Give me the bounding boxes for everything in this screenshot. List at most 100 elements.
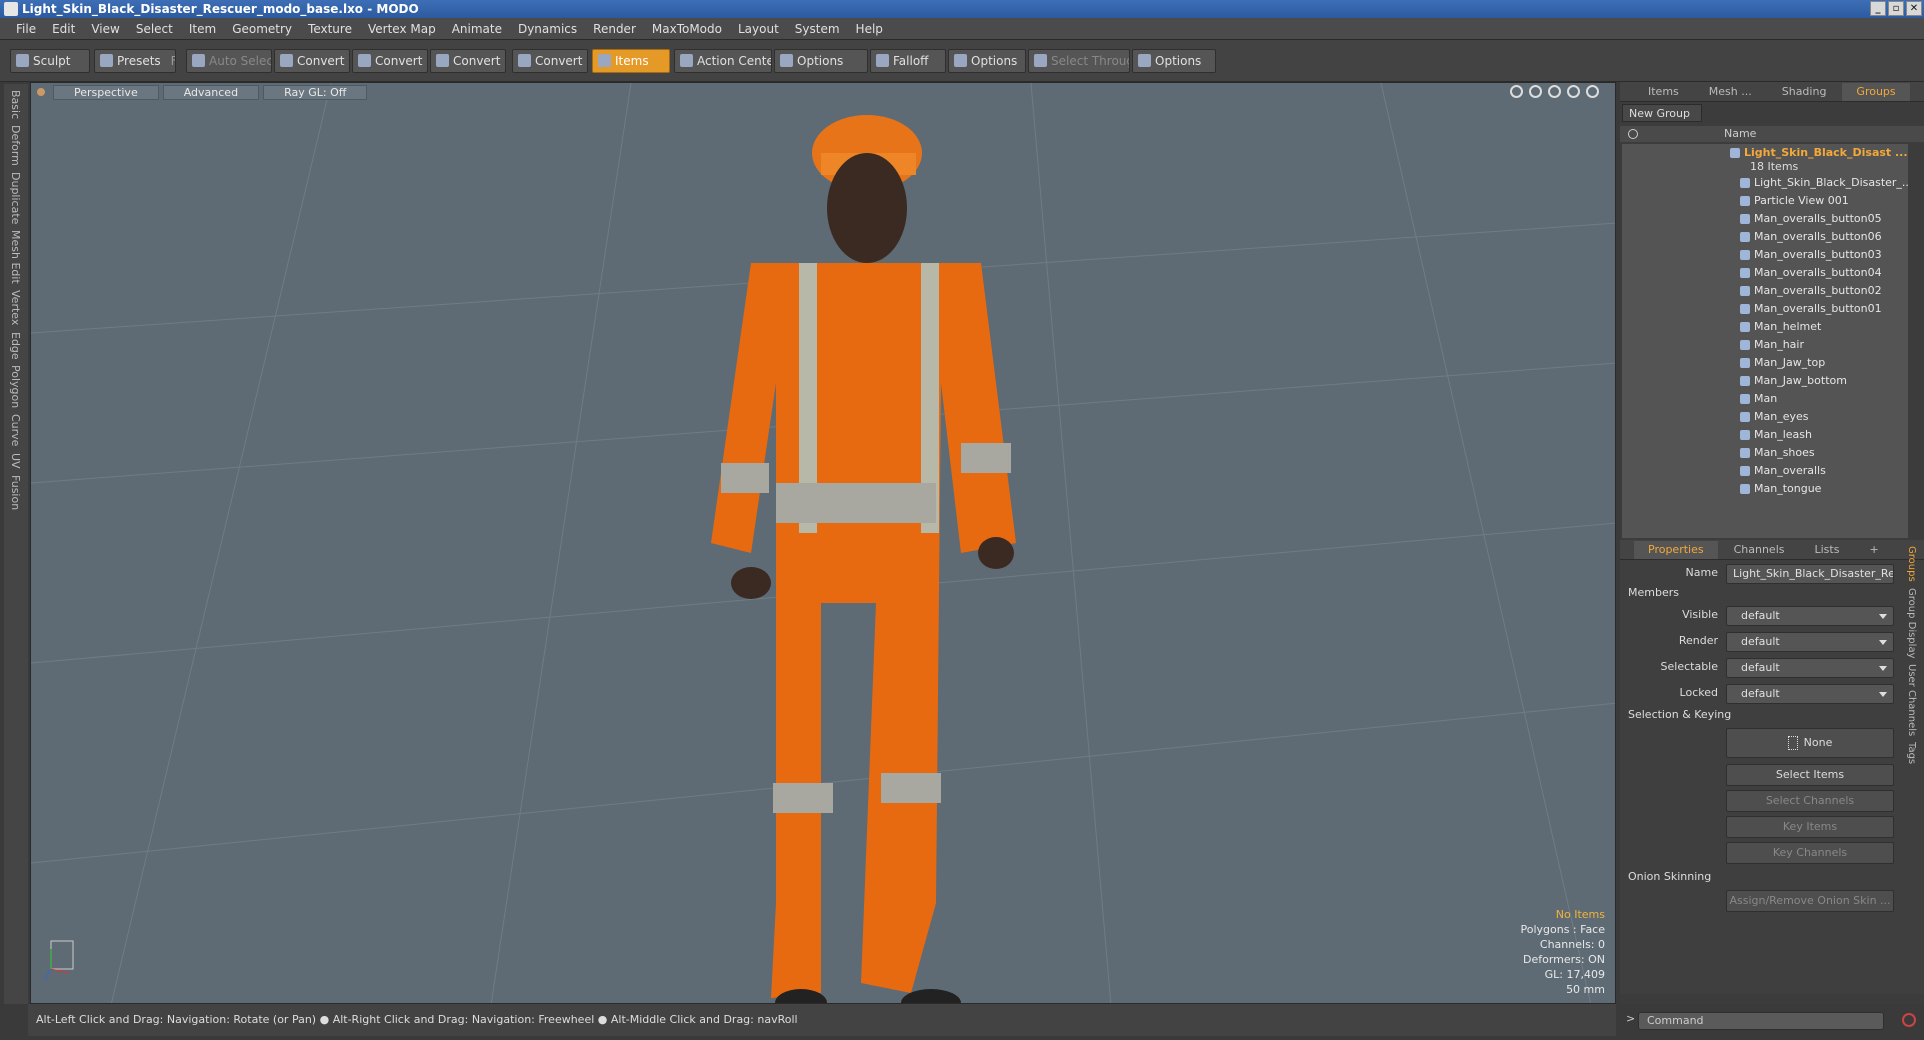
menu-select[interactable]: Select xyxy=(128,22,181,36)
tab-channels[interactable]: Channels xyxy=(1720,541,1799,559)
select-channels-button[interactable]: Select Channels xyxy=(1726,790,1894,812)
tab-uv[interactable]: UV xyxy=(9,453,22,469)
tree-item[interactable]: Man_helmet xyxy=(1622,318,1908,336)
options-button-3[interactable]: Options xyxy=(1132,49,1216,73)
menu-item[interactable]: Item xyxy=(181,22,224,36)
groups-tree[interactable]: Light_Skin_Black_Disast ... 18 Items Lig… xyxy=(1622,144,1908,538)
tab-shading[interactable]: Shading xyxy=(1768,83,1841,101)
tab-deform[interactable]: Deform xyxy=(9,125,22,166)
rotate-view-icon[interactable] xyxy=(1529,85,1542,98)
side-tab-group-display[interactable]: Group Display xyxy=(1906,588,1917,658)
group-name-field[interactable]: Light_Skin_Black_Disaster_Rescu xyxy=(1726,564,1894,584)
key-items-button[interactable]: Key Items xyxy=(1726,816,1894,838)
members-section[interactable]: Members xyxy=(1628,586,1679,599)
tree-item[interactable]: Light_Skin_Black_Disaster_... xyxy=(1622,174,1908,192)
render-dropdown[interactable]: default xyxy=(1726,632,1894,652)
options-button-1[interactable]: Options xyxy=(774,49,868,73)
tree-item[interactable]: Man_hair xyxy=(1622,336,1908,354)
sculpt-button[interactable]: Sculpt xyxy=(10,49,90,73)
add-tab-button[interactable]: + xyxy=(1855,541,1892,559)
tree-item[interactable]: Man_leash xyxy=(1622,426,1908,444)
falloff-button[interactable]: Falloff xyxy=(870,49,946,73)
tree-item[interactable]: Man_overalls_button02 xyxy=(1622,282,1908,300)
menu-file[interactable]: File xyxy=(8,22,44,36)
name-column-header[interactable]: Name xyxy=(1724,127,1756,140)
new-group-button[interactable]: New Group xyxy=(1622,104,1702,122)
tab-polygon[interactable]: Polygon xyxy=(9,365,22,408)
tab-duplicate[interactable]: Duplicate xyxy=(9,172,22,224)
command-input[interactable]: Command xyxy=(1638,1012,1884,1030)
tab-groups[interactable]: Groups xyxy=(1842,82,1910,101)
none-button[interactable]: None xyxy=(1726,728,1894,758)
options-button-2[interactable]: Options xyxy=(948,49,1026,73)
convert-button-1[interactable]: Convert xyxy=(274,49,350,73)
auto-select-button[interactable]: Auto Select xyxy=(186,49,272,73)
tree-item[interactable]: Man_tongue xyxy=(1622,480,1908,498)
menu-texture[interactable]: Texture xyxy=(300,22,360,36)
menu-view[interactable]: View xyxy=(83,22,127,36)
raygl-button[interactable]: Ray GL: Off xyxy=(263,84,368,100)
tab-mesh[interactable]: Mesh ... xyxy=(1695,83,1766,101)
tab-curve[interactable]: Curve xyxy=(9,414,22,446)
visible-dropdown[interactable]: default xyxy=(1726,606,1894,626)
convert-button-4[interactable]: Convert xyxy=(512,49,588,73)
onion-skinning-section[interactable]: Onion Skinning xyxy=(1628,870,1711,883)
tree-item[interactable]: Particle View 001 xyxy=(1622,192,1908,210)
move-view-icon[interactable] xyxy=(1510,85,1523,98)
tree-item[interactable]: Man_overalls_button01 xyxy=(1622,300,1908,318)
tree-item[interactable]: Man_overalls_button04 xyxy=(1622,264,1908,282)
selectable-dropdown[interactable]: default xyxy=(1726,658,1894,678)
maximize-button[interactable]: ▫ xyxy=(1888,1,1904,16)
tab-properties[interactable]: Properties xyxy=(1634,540,1718,559)
assign-onion-button[interactable]: Assign/Remove Onion Skin ... xyxy=(1726,890,1894,912)
presets-button[interactable]: PresetsF6 xyxy=(94,49,176,73)
minimize-button[interactable]: _ xyxy=(1870,1,1886,16)
advanced-button[interactable]: Advanced xyxy=(162,84,260,100)
side-tab-groups[interactable]: Groups xyxy=(1906,546,1917,582)
tab-edge[interactable]: Edge xyxy=(9,332,22,360)
tree-item[interactable]: Man_shoes xyxy=(1622,444,1908,462)
tab-vertex[interactable]: Vertex xyxy=(9,290,22,325)
zoom-view-icon[interactable] xyxy=(1548,85,1561,98)
tree-item[interactable]: Man_overalls_button06 xyxy=(1622,228,1908,246)
viewport-menu-icon[interactable] xyxy=(37,88,45,96)
menu-vertex-map[interactable]: Vertex Map xyxy=(360,22,444,36)
record-icon[interactable] xyxy=(1902,1013,1916,1027)
tab-basic[interactable]: Basic xyxy=(9,90,22,119)
action-center-button[interactable]: Action Center xyxy=(674,49,772,73)
tree-item[interactable]: Man_eyes xyxy=(1622,408,1908,426)
tab-items[interactable]: Items xyxy=(1634,83,1693,101)
tree-item[interactable]: Man_Jaw_bottom xyxy=(1622,372,1908,390)
viewport-settings-icon[interactable] xyxy=(1586,85,1599,98)
menu-edit[interactable]: Edit xyxy=(44,22,83,36)
group-row[interactable]: Light_Skin_Black_Disast ... 18 Items xyxy=(1622,144,1908,174)
tree-item[interactable]: Man_overalls_button03 xyxy=(1622,246,1908,264)
menu-animate[interactable]: Animate xyxy=(444,22,510,36)
items-mode-button[interactable]: Items xyxy=(592,49,670,73)
menu-dynamics[interactable]: Dynamics xyxy=(510,22,585,36)
tab-fusion[interactable]: Fusion xyxy=(9,475,22,510)
menu-layout[interactable]: Layout xyxy=(730,22,787,36)
tree-item[interactable]: Man_overalls xyxy=(1622,462,1908,480)
convert-button-2[interactable]: Convert xyxy=(352,49,428,73)
menu-render[interactable]: Render xyxy=(585,22,644,36)
3d-viewport[interactable]: Perspective Advanced Ray GL: Off No Item… xyxy=(30,82,1616,1004)
fit-view-icon[interactable] xyxy=(1567,85,1580,98)
select-items-button[interactable]: Select Items xyxy=(1726,764,1894,786)
menu-geometry[interactable]: Geometry xyxy=(224,22,300,36)
close-button[interactable]: ✕ xyxy=(1906,1,1922,16)
key-channels-button[interactable]: Key Channels xyxy=(1726,842,1894,864)
tab-mesh-edit[interactable]: Mesh Edit xyxy=(9,230,22,284)
selection-keying-section[interactable]: Selection & Keying xyxy=(1628,708,1731,721)
menu-help[interactable]: Help xyxy=(848,22,891,36)
tree-item[interactable]: Man_overalls_button05 xyxy=(1622,210,1908,228)
tree-item[interactable]: Man xyxy=(1622,390,1908,408)
menu-maxtomodo[interactable]: MaxToModo xyxy=(644,22,730,36)
side-tab-tags[interactable]: Tags xyxy=(1906,742,1917,764)
tree-item[interactable]: Man_Jaw_top xyxy=(1622,354,1908,372)
locked-dropdown[interactable]: default xyxy=(1726,684,1894,704)
convert-button-3[interactable]: Convert xyxy=(430,49,506,73)
eye-icon[interactable] xyxy=(1628,129,1638,139)
menu-system[interactable]: System xyxy=(787,22,848,36)
tab-lists[interactable]: Lists xyxy=(1801,541,1854,559)
